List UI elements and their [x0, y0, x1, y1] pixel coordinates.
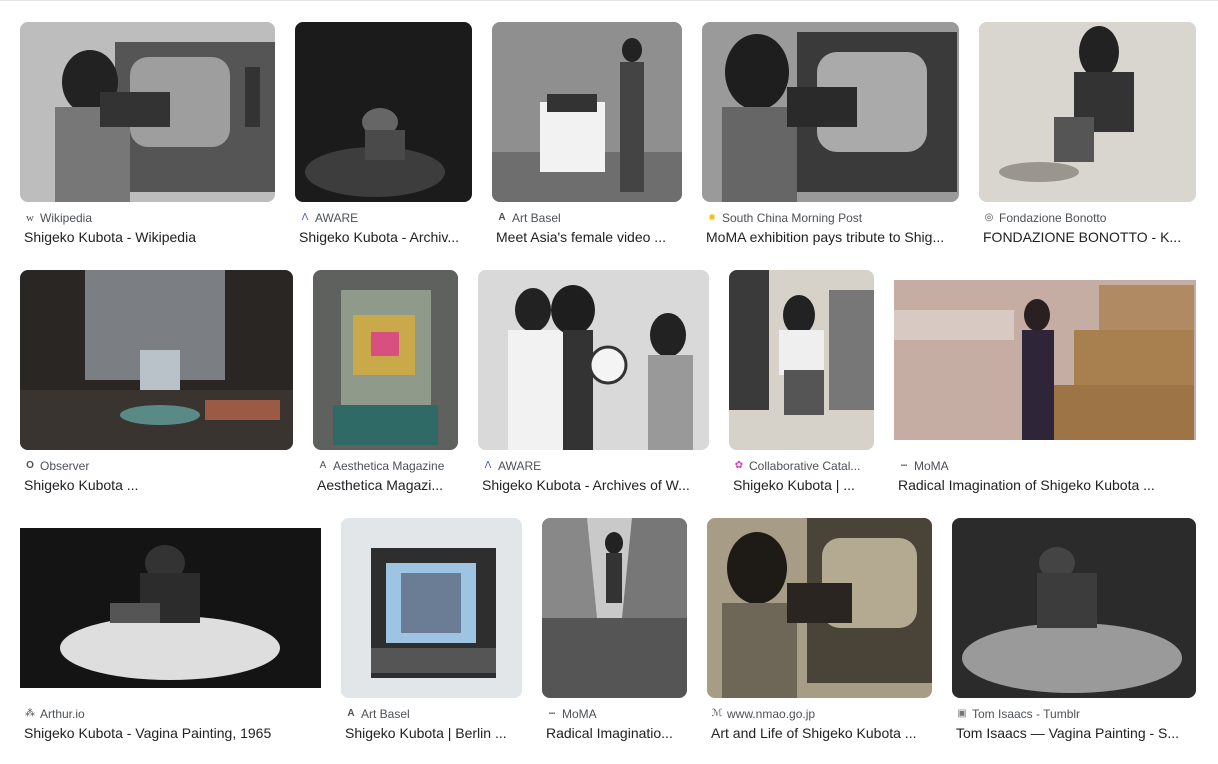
result-title[interactable]: Art and Life of Shigeko Kubota ... — [711, 725, 928, 741]
wikipedia-icon: w — [26, 212, 34, 224]
source-name: Art Basel — [361, 707, 410, 721]
result-source: O Observer — [24, 459, 293, 473]
result-title[interactable]: Shigeko Kubota - Archives of W... — [482, 477, 705, 493]
result-source: A Aesthetica Magazine — [317, 459, 458, 473]
result-source: ℳ www.nmao.go.jp — [711, 707, 932, 721]
result-thumbnail[interactable] — [702, 22, 959, 202]
source-name: MoMA — [562, 707, 597, 721]
aesthetica-icon: A — [319, 460, 327, 471]
image-result-card[interactable]: ■ South China Morning Post MoMA exhibiti… — [702, 22, 959, 250]
result-thumbnail[interactable] — [492, 22, 682, 202]
result-title[interactable]: Shigeko Kubota ... — [24, 477, 289, 493]
result-title[interactable]: Shigeko Kubota - Wikipedia — [24, 229, 272, 245]
source-name: Art Basel — [512, 211, 561, 225]
result-source: ✿ Collaborative Catal... — [733, 459, 874, 473]
art-basel-icon: A — [347, 708, 355, 719]
result-source: ▣ Tom Isaacs - Tumblr — [956, 707, 1196, 721]
source-name: MoMA — [914, 459, 949, 473]
result-thumbnail[interactable] — [478, 270, 709, 450]
result-thumbnail[interactable] — [313, 270, 458, 450]
result-thumbnail[interactable] — [20, 22, 275, 202]
image-result-card[interactable]: O Observer Shigeko Kubota ... — [20, 270, 293, 498]
art-basel-icon: A — [498, 212, 506, 223]
image-result-card[interactable]: w Wikipedia Shigeko Kubota - Wikipedia — [20, 22, 276, 250]
result-source: w Wikipedia — [24, 211, 276, 225]
result-source: ⁂ Arthur.io — [24, 707, 321, 721]
image-result-card[interactable]: ✿ Collaborative Catal... Shigeko Kubota … — [729, 270, 874, 498]
image-result-card[interactable]: ▣ Tom Isaacs - Tumblr Tom Isaacs — Vagin… — [952, 518, 1196, 746]
source-name: Wikipedia — [40, 211, 93, 225]
aware-icon: Λ — [301, 212, 309, 223]
observer-icon: O — [26, 460, 34, 471]
result-thumbnail[interactable] — [952, 518, 1196, 698]
result-thumbnail[interactable] — [979, 22, 1196, 202]
result-source: ▪▪▪ MoMA — [546, 707, 687, 721]
image-result-card[interactable]: A Aesthetica Magazine Aesthetica Magazi.… — [313, 270, 458, 498]
source-name: AWARE — [315, 211, 359, 225]
image-result-card[interactable]: Λ AWARE Shigeko Kubota - Archives of W..… — [478, 270, 709, 498]
moma-icon: ▪▪▪ — [900, 463, 908, 469]
source-name: Aesthetica Magazine — [333, 459, 445, 473]
result-thumbnail[interactable] — [894, 270, 1196, 450]
source-name: Collaborative Catal... — [749, 459, 861, 473]
result-title[interactable]: Radical Imagination of Shigeko Kubota ..… — [898, 477, 1192, 493]
result-source: A Art Basel — [345, 707, 522, 721]
result-thumbnail[interactable] — [542, 518, 687, 698]
moma-icon: ▪▪▪ — [548, 711, 556, 717]
result-title[interactable]: Meet Asia's female video ... — [496, 229, 678, 245]
arthur-icon: ⁂ — [25, 708, 35, 719]
result-title[interactable]: Aesthetica Magazi... — [317, 477, 454, 493]
result-thumbnail[interactable] — [20, 270, 293, 450]
result-thumbnail[interactable] — [341, 518, 522, 698]
source-name: AWARE — [498, 459, 542, 473]
nmao-icon: ℳ — [711, 708, 723, 719]
result-title[interactable]: Shigeko Kubota - Archiv... — [299, 229, 468, 245]
result-title[interactable]: Radical Imaginatio... — [546, 725, 683, 741]
top-divider — [0, 0, 1218, 1]
result-source: Λ AWARE — [482, 459, 709, 473]
source-name: Observer — [40, 459, 90, 473]
result-source: A Art Basel — [496, 211, 682, 225]
result-source: ■ South China Morning Post — [706, 211, 959, 225]
result-title[interactable]: Shigeko Kubota | Berlin ... — [345, 725, 518, 741]
tumblr-icon: ▣ — [957, 708, 967, 719]
image-result-card[interactable]: ▪▪▪ MoMA Radical Imaginatio... — [542, 518, 687, 746]
source-name: Fondazione Bonotto — [999, 211, 1107, 225]
image-result-card[interactable]: A Art Basel Meet Asia's female video ... — [492, 22, 682, 250]
result-title[interactable]: Tom Isaacs — Vagina Painting - S... — [956, 725, 1192, 741]
aware-icon: Λ — [484, 460, 492, 471]
image-result-card[interactable]: A Art Basel Shigeko Kubota | Berlin ... — [341, 518, 522, 746]
result-thumbnail[interactable] — [707, 518, 932, 698]
bonotto-icon: ◎ — [984, 212, 994, 223]
source-name: South China Morning Post — [722, 211, 863, 225]
source-name: Tom Isaacs - Tumblr — [972, 707, 1081, 721]
result-title[interactable]: MoMA exhibition pays tribute to Shig... — [706, 229, 955, 245]
image-result-card[interactable]: ▪▪▪ MoMA Radical Imagination of Shigeko … — [894, 270, 1196, 498]
image-result-card[interactable]: ◎ Fondazione Bonotto FONDAZIONE BONOTTO … — [979, 22, 1196, 250]
result-thumbnail[interactable] — [20, 518, 321, 698]
result-title[interactable]: FONDAZIONE BONOTTO - K... — [983, 229, 1192, 245]
source-name: www.nmao.go.jp — [727, 707, 816, 721]
result-thumbnail[interactable] — [295, 22, 472, 202]
scmp-icon: ■ — [708, 212, 716, 223]
result-source: ▪▪▪ MoMA — [898, 459, 1196, 473]
result-title[interactable]: Shigeko Kubota - Vagina Painting, 1965 — [24, 725, 317, 741]
result-source: ◎ Fondazione Bonotto — [983, 211, 1196, 225]
result-title[interactable]: Shigeko Kubota | ... — [733, 477, 870, 493]
image-result-card[interactable]: ⁂ Arthur.io Shigeko Kubota - Vagina Pain… — [20, 518, 321, 746]
result-source: Λ AWARE — [299, 211, 472, 225]
source-name: Arthur.io — [40, 707, 85, 721]
result-thumbnail[interactable] — [729, 270, 874, 450]
collaborative-catalog-icon: ✿ — [734, 460, 744, 471]
image-result-card[interactable]: Λ AWARE Shigeko Kubota - Archiv... — [295, 22, 472, 250]
image-result-card[interactable]: ℳ www.nmao.go.jp Art and Life of Shigeko… — [707, 518, 932, 746]
